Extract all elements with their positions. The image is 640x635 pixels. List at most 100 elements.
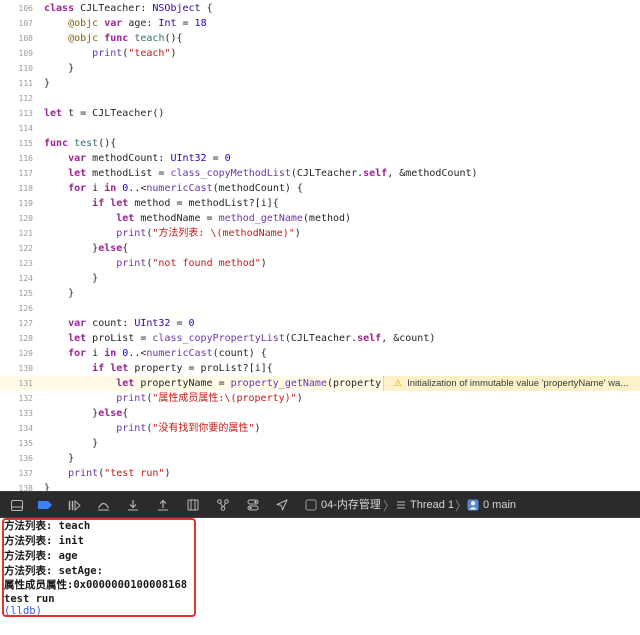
code-line[interactable]: 114: [0, 121, 640, 136]
line-number: 117: [18, 168, 33, 178]
debug-bar: 04-内存管理 〉 Thread 1 〉 0 main: [0, 491, 640, 518]
code-token: =: [206, 152, 225, 164]
code-text: }: [44, 451, 74, 466]
code-text: }: [44, 271, 98, 286]
breakpoints-toggle-icon[interactable]: [36, 498, 54, 512]
code-text: let methodName = method_getName(method): [44, 211, 351, 226]
step-out-icon[interactable]: [156, 498, 170, 512]
code-line[interactable]: 128 let proList = class_copyPropertyList…: [0, 331, 640, 346]
memory-graph-icon[interactable]: [216, 498, 230, 512]
code-line[interactable]: 134 print("没有找到你要的属性"): [0, 421, 640, 436]
simulate-location-icon[interactable]: [275, 498, 289, 512]
line-number: 110: [18, 63, 33, 73]
line-number: 128: [18, 333, 33, 343]
code-token: (){: [98, 137, 117, 149]
hide-debug-area-icon[interactable]: [10, 498, 24, 512]
code-token: ): [294, 227, 301, 239]
breadcrumb-target[interactable]: 04-内存管理: [321, 498, 381, 512]
code-token: method_getName: [218, 212, 303, 224]
code-token: "方法列表: \(methodName)": [152, 227, 295, 239]
code-line[interactable]: 119 if let method = methodList?[i]{: [0, 196, 640, 211]
code-line[interactable]: 129 for i in 0..<numericCast(count) {: [0, 346, 640, 361]
console-line: 方法列表: setAge:: [4, 565, 103, 577]
code-token: ): [170, 47, 177, 59]
code-line[interactable]: 106 class CJLTeacher: NSObject {: [0, 1, 640, 16]
code-line[interactable]: 122 }else{: [0, 241, 640, 256]
code-line[interactable]: 118 for i in 0..<numericCast(methodCount…: [0, 181, 640, 196]
code-token: "not found method": [152, 257, 261, 269]
breadcrumb-thread[interactable]: Thread 1: [410, 498, 454, 512]
code-token: let: [116, 212, 135, 224]
code-text: @objc func teach(){: [44, 31, 182, 46]
code-line[interactable]: 110 }: [0, 61, 640, 76]
code-text: }: [44, 286, 74, 301]
debug-console[interactable]: 方法列表: teach 方法列表: init 方法列表: age 方法列表: s…: [0, 518, 640, 635]
code-token: Int: [158, 17, 177, 29]
line-number: 118: [18, 183, 33, 193]
code-line[interactable]: 124 }: [0, 271, 640, 286]
code-line[interactable]: 120 let methodName = method_getName(meth…: [0, 211, 640, 226]
code-line[interactable]: 131 let propertyName = property_getName(…: [0, 375, 640, 391]
code-text: let t = CJLTeacher(): [44, 106, 164, 121]
code-text: class CJLTeacher: NSObject {: [44, 1, 213, 16]
code-token: property = proList?[i]{: [128, 362, 273, 374]
code-line[interactable]: 127 var count: UInt32 = 0: [0, 316, 640, 331]
line-number: 136: [18, 453, 33, 463]
code-line[interactable]: 132 print("属性成员属性:\(property)"): [0, 391, 640, 406]
code-token: ): [254, 422, 261, 434]
line-number: 126: [18, 303, 33, 313]
code-line[interactable]: 108 @objc func teach(){: [0, 31, 640, 46]
continue-icon[interactable]: [67, 498, 81, 512]
code-line[interactable]: 126: [0, 301, 640, 316]
code-line[interactable]: 109 print("teach"): [0, 46, 640, 61]
lldb-prompt[interactable]: (lldb): [4, 604, 42, 619]
code-text: }: [44, 61, 74, 76]
code-line[interactable]: 137 print("test run"): [0, 466, 640, 481]
code-line[interactable]: 115 func test(){: [0, 136, 640, 151]
code-editor[interactable]: 106 class CJLTeacher: NSObject {107 @objc…: [0, 0, 640, 491]
code-token: , &methodCount): [387, 167, 478, 179]
code-token: @objc: [68, 17, 99, 29]
code-token: property_getName: [230, 377, 327, 389]
code-line[interactable]: 113 let t = CJLTeacher(): [0, 106, 640, 121]
code-line[interactable]: 136 }: [0, 451, 640, 466]
code-line[interactable]: 123 print("not found method"): [0, 256, 640, 271]
code-text: }: [44, 76, 50, 91]
code-line[interactable]: 133 }else{: [0, 406, 640, 421]
step-over-icon[interactable]: [96, 498, 110, 512]
code-text: }else{: [44, 241, 128, 256]
warning-annotation[interactable]: ⚠ Initialization of immutable value 'prop…: [383, 375, 640, 391]
code-line[interactable]: 130 if let property = proList?[i]{: [0, 361, 640, 376]
code-line[interactable]: 125 }: [0, 286, 640, 301]
code-text: func test(){: [44, 136, 116, 151]
code-line[interactable]: 135 }: [0, 436, 640, 451]
view-hierarchy-icon[interactable]: [186, 498, 200, 512]
code-token: }: [44, 77, 51, 89]
line-number: 127: [18, 318, 33, 328]
code-line[interactable]: 112: [0, 91, 640, 106]
code-line[interactable]: 107 @objc var age: Int = 18: [0, 16, 640, 31]
breadcrumb-frame[interactable]: 0 main: [483, 498, 516, 512]
code-line[interactable]: 117 let methodList = class_copyMethodLis…: [0, 166, 640, 181]
code-line[interactable]: 138}: [0, 481, 640, 492]
code-line[interactable]: 111}: [0, 76, 640, 91]
step-into-icon[interactable]: [126, 498, 140, 512]
thread-icon: [394, 498, 408, 512]
code-token: CJLTeacher:: [74, 2, 153, 14]
line-number: 107: [18, 18, 33, 28]
environment-overrides-icon[interactable]: [246, 498, 260, 512]
code-line[interactable]: 121 print("方法列表: \(methodName)"): [0, 226, 640, 241]
stack-frame-icon: [466, 498, 480, 512]
line-number: 129: [18, 348, 33, 358]
warning-text: Initialization of immutable value 'prope…: [407, 377, 629, 389]
code-line[interactable]: 116 var methodCount: UInt32 = 0: [0, 151, 640, 166]
code-text: for i in 0..<numericCast(count) {: [44, 346, 267, 361]
code-token: print: [116, 422, 147, 434]
code-text: }: [44, 436, 98, 451]
